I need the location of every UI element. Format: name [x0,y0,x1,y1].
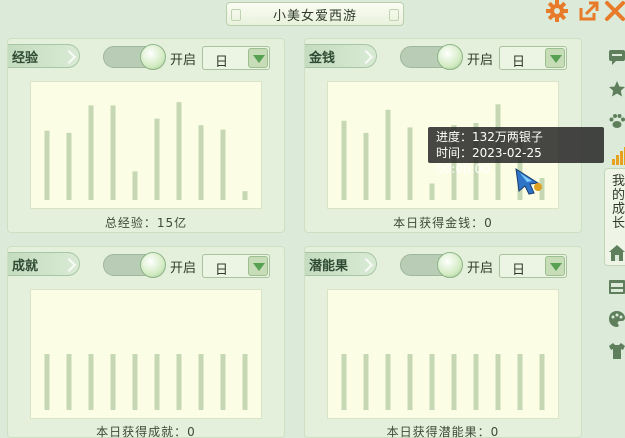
potential-panel: 潜能果 开启 日 本日获得潜能果：0 [304,246,582,438]
toggle-knob [140,44,166,70]
potential-tab: 潜能果 [305,252,377,276]
potential-toggle-label: 开启 [467,261,494,276]
potential-toggle[interactable] [400,252,463,278]
experience-tab: 经验 [8,44,80,68]
potential-period-select[interactable]: 日 [499,254,567,278]
achievement-period-select[interactable]: 日 [202,254,270,278]
chart-bar[interactable] [176,354,182,410]
chart-bar[interactable] [132,171,138,200]
chart-bar[interactable] [363,354,369,410]
achievement-toggle-label: 开启 [170,261,197,276]
achievement-tab-label: 成就 [12,258,39,274]
chart-tooltip: 进度：132万两银子 时间：2023-02-25 00:00:00 [428,127,604,176]
experience-toggle-label: 开启 [170,53,197,68]
chart-bar[interactable] [242,354,248,410]
my-growth-label: 我的成长 [612,174,625,231]
potential-bars [341,354,545,410]
money-tab: 金钱 [305,44,377,68]
chart-bar[interactable] [220,354,226,410]
chart-bar[interactable] [429,183,435,201]
money-tab-label: 金钱 [309,50,336,66]
chevron-down-icon[interactable] [545,48,565,68]
chevron-down-icon[interactable] [545,256,565,276]
experience-tab-label: 经验 [12,50,39,66]
experience-toggle[interactable] [103,44,166,70]
close-icon[interactable] [604,0,625,22]
signal-bars-icon [612,147,625,165]
achievement-toggle[interactable] [103,252,166,278]
potential-chart [327,289,559,419]
chart-bar[interactable] [539,354,545,410]
right-sidebar: 我的成长 [600,38,625,438]
chart-bar[interactable] [88,354,94,410]
chart-bar[interactable] [154,118,160,200]
achievement-period-value: 日 [215,263,229,278]
chart-bar[interactable] [132,354,138,410]
chart-bar[interactable] [66,132,72,200]
money-period-value: 日 [512,55,526,70]
shirt-icon[interactable] [608,342,625,360]
chart-bar[interactable] [341,354,347,410]
chart-bar[interactable] [242,191,248,200]
chart-bar[interactable] [495,354,501,410]
chart-bar[interactable] [517,354,523,410]
chart-bar[interactable] [220,129,226,200]
chart-bar[interactable] [110,354,116,410]
export-icon[interactable] [578,0,600,22]
window-title-text: 小美女爱西游 [272,8,357,24]
toggle-knob [437,44,463,70]
potential-period-value: 日 [512,263,526,278]
chart-bar[interactable] [385,354,391,410]
chart-bar[interactable] [176,102,182,200]
achievement-bars [44,354,248,410]
gear-icon[interactable] [546,0,568,22]
chevron-down-icon[interactable] [248,48,268,68]
experience-bars [44,102,248,200]
money-period-select[interactable]: 日 [499,46,567,70]
chart-bar[interactable] [341,120,347,200]
palette-icon[interactable] [608,310,625,328]
paw-icon[interactable] [608,112,625,130]
chart-bar[interactable] [407,354,413,410]
chart-bar[interactable] [198,125,204,200]
chart-bar[interactable] [44,130,50,200]
experience-chart [30,81,262,209]
chart-bar[interactable] [473,354,479,410]
chart-bar[interactable] [363,132,369,200]
chevron-down-icon[interactable] [248,256,268,276]
chart-bar[interactable] [154,354,160,410]
achievement-panel: 成就 开启 日 本日获得成就：0 [7,246,285,438]
money-footer: 本日获得金钱：0 [393,216,493,230]
cabinet-icon[interactable] [608,278,625,296]
house-icon[interactable] [608,244,625,262]
experience-period-value: 日 [215,55,229,70]
chart-bar[interactable] [407,127,413,200]
money-toggle-label: 开启 [467,53,494,68]
achievement-tab: 成就 [8,252,80,276]
chat-icon[interactable] [608,48,625,66]
toggle-knob [437,252,463,278]
chart-bar[interactable] [110,105,116,200]
potential-tab-label: 潜能果 [309,258,349,274]
star-icon[interactable] [608,80,625,98]
chart-bar[interactable] [88,105,94,200]
potential-footer: 本日获得潜能果：0 [386,425,500,438]
cursor-icon [515,167,542,195]
achievement-chart [30,289,262,419]
experience-panel: 经验 开启 日 总经验：15亿 [7,38,285,233]
chart-bar[interactable] [66,354,72,410]
chart-bar[interactable] [198,354,204,410]
toggle-knob [140,252,166,278]
window-title: 小美女爱西游 [226,2,404,26]
chart-bar[interactable] [429,354,435,410]
experience-period-select[interactable]: 日 [202,46,270,70]
achievement-footer: 本日获得成就：0 [96,425,196,438]
chart-bar[interactable] [44,354,50,410]
chart-bar[interactable] [451,354,457,410]
tooltip-progress: 进度：132万两银子 [436,130,543,144]
money-toggle[interactable] [400,44,463,70]
chart-bar[interactable] [385,109,391,200]
experience-footer: 总经验：15亿 [104,216,188,230]
